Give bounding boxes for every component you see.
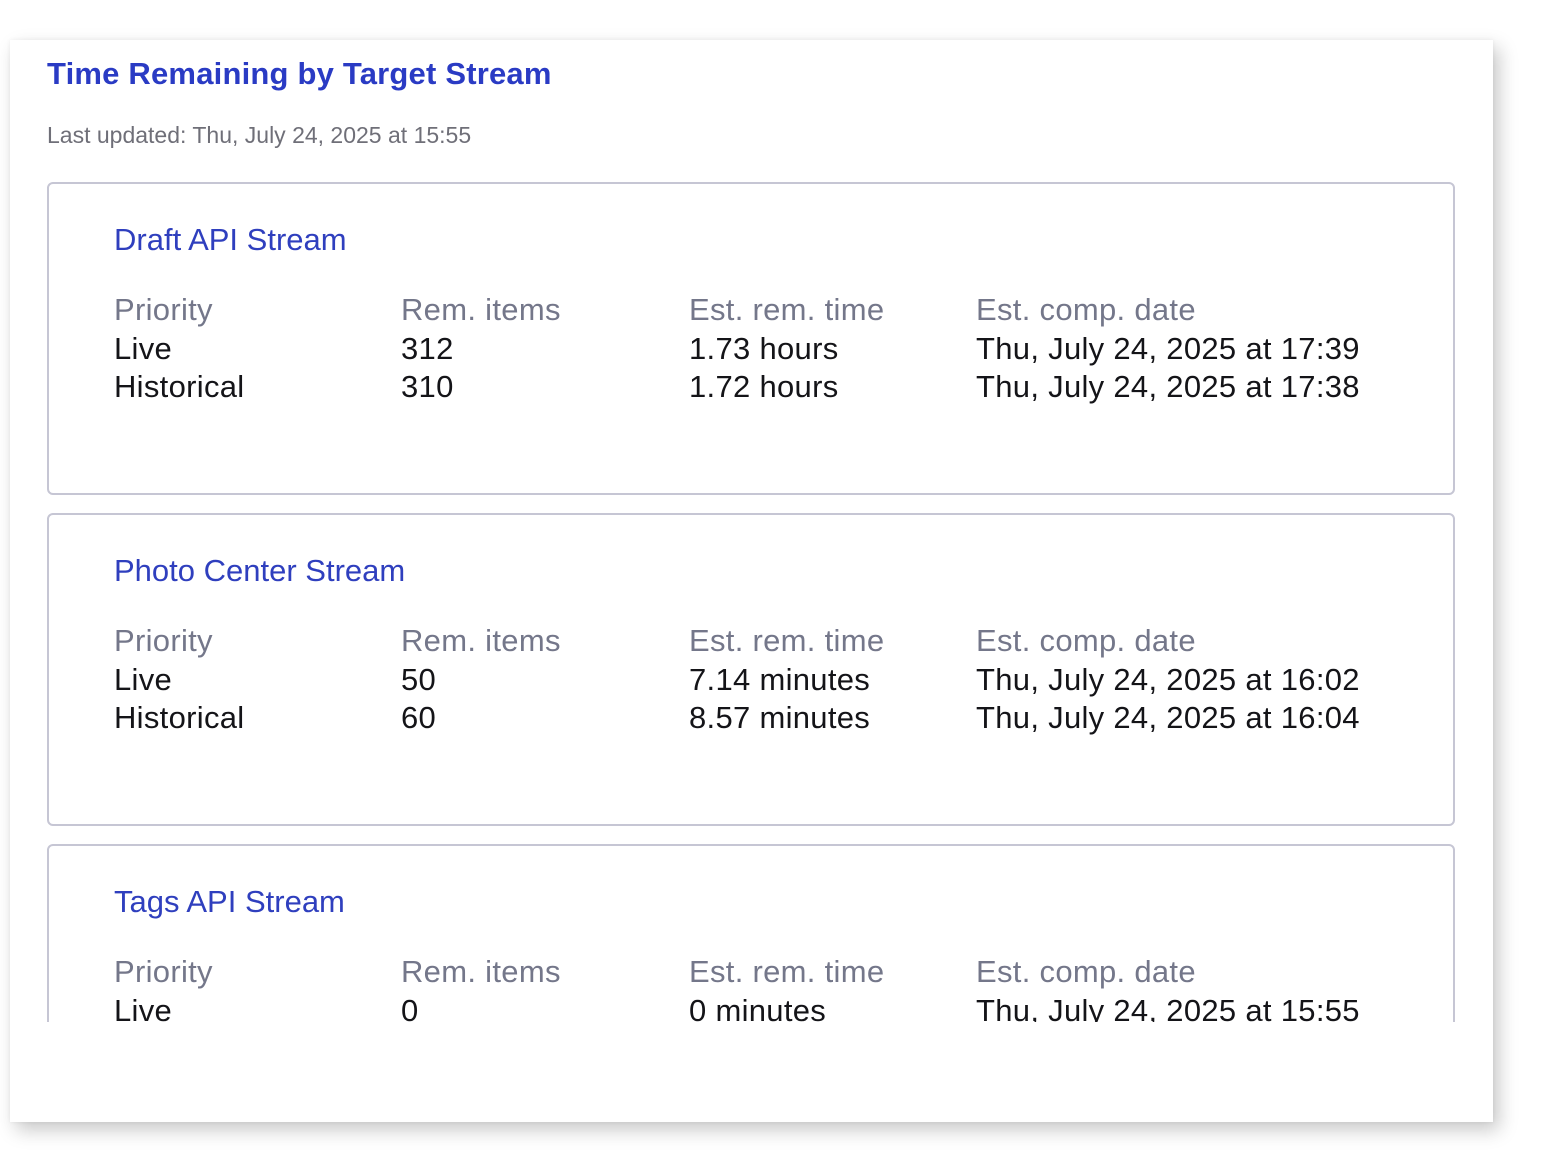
priority-cell: Live: [114, 330, 173, 366]
panel-title: Time Remaining by Target Stream: [47, 56, 552, 91]
column-header-rem-items: Rem. items: [401, 292, 561, 328]
table-row: Live 312 1.73 hours Thu, July 24, 2025 a…: [114, 330, 1416, 369]
priority-cell: Historical: [114, 369, 245, 405]
est-comp-date-cell: Thu, July 24, 2025 at 17:38: [976, 369, 1360, 405]
est-comp-date-cell: Thu, July 24, 2025 at 16:04: [976, 700, 1360, 736]
stream-card: Photo Center Stream Priority Rem. items …: [47, 513, 1455, 826]
table-row: Live 0 0 minutes Thu, July 24, 2025 at 1…: [114, 992, 1416, 1022]
table-header-row: Priority Rem. items Est. rem. time Est. …: [114, 622, 1416, 661]
rem-items-cell: 0: [401, 992, 419, 1022]
table-header-row: Priority Rem. items Est. rem. time Est. …: [114, 291, 1416, 330]
est-comp-date-cell: Thu, July 24, 2025 at 17:39: [976, 330, 1360, 366]
column-header-est-rem-time: Est. rem. time: [689, 954, 885, 990]
est-rem-time-cell: 0 minutes: [689, 992, 827, 1022]
priority-cell: Live: [114, 661, 173, 697]
column-header-priority: Priority: [114, 954, 213, 990]
stream-title: Tags API Stream: [114, 884, 345, 919]
rem-items-cell: 312: [401, 330, 454, 366]
table-row: Live 50 7.14 minutes Thu, July 24, 2025 …: [114, 661, 1416, 700]
column-header-priority: Priority: [114, 623, 213, 659]
est-rem-time-cell: 8.57 minutes: [689, 700, 871, 736]
column-header-rem-items: Rem. items: [401, 954, 561, 990]
stream-card: Draft API Stream Priority Rem. items Est…: [47, 182, 1455, 495]
stream-table: Priority Rem. items Est. rem. time Est. …: [114, 622, 1416, 738]
stream-table: Priority Rem. items Est. rem. time Est. …: [114, 291, 1416, 407]
stream-title: Photo Center Stream: [114, 553, 406, 588]
column-header-est-rem-time: Est. rem. time: [689, 623, 885, 659]
priority-cell: Live: [114, 992, 173, 1022]
column-header-rem-items: Rem. items: [401, 623, 561, 659]
column-header-est-rem-time: Est. rem. time: [689, 292, 885, 328]
priority-cell: Historical: [114, 700, 245, 736]
column-header-est-comp-date: Est. comp. date: [976, 954, 1196, 990]
est-rem-time-cell: 1.72 hours: [689, 369, 839, 405]
est-comp-date-cell: Thu, July 24, 2025 at 15:55: [976, 992, 1360, 1022]
est-rem-time-cell: 7.14 minutes: [689, 661, 871, 697]
table-row: Historical 60 8.57 minutes Thu, July 24,…: [114, 699, 1416, 738]
column-header-est-comp-date: Est. comp. date: [976, 623, 1196, 659]
stream-list[interactable]: Draft API Stream Priority Rem. items Est…: [47, 182, 1457, 1022]
table-header-row: Priority Rem. items Est. rem. time Est. …: [114, 953, 1416, 992]
stream-card: Tags API Stream Priority Rem. items Est.…: [47, 844, 1455, 1022]
last-updated-text: Last updated: Thu, July 24, 2025 at 15:5…: [47, 122, 472, 148]
stream-title: Draft API Stream: [114, 222, 347, 257]
column-header-est-comp-date: Est. comp. date: [976, 292, 1196, 328]
time-remaining-panel: Time Remaining by Target Stream Last upd…: [10, 40, 1493, 1122]
rem-items-cell: 310: [401, 369, 454, 405]
rem-items-cell: 60: [401, 700, 437, 736]
est-rem-time-cell: 1.73 hours: [689, 330, 839, 366]
column-header-priority: Priority: [114, 292, 213, 328]
stream-table: Priority Rem. items Est. rem. time Est. …: [114, 953, 1416, 1022]
est-comp-date-cell: Thu, July 24, 2025 at 16:02: [976, 661, 1360, 697]
table-row: Historical 310 1.72 hours Thu, July 24, …: [114, 368, 1416, 407]
rem-items-cell: 50: [401, 661, 437, 697]
